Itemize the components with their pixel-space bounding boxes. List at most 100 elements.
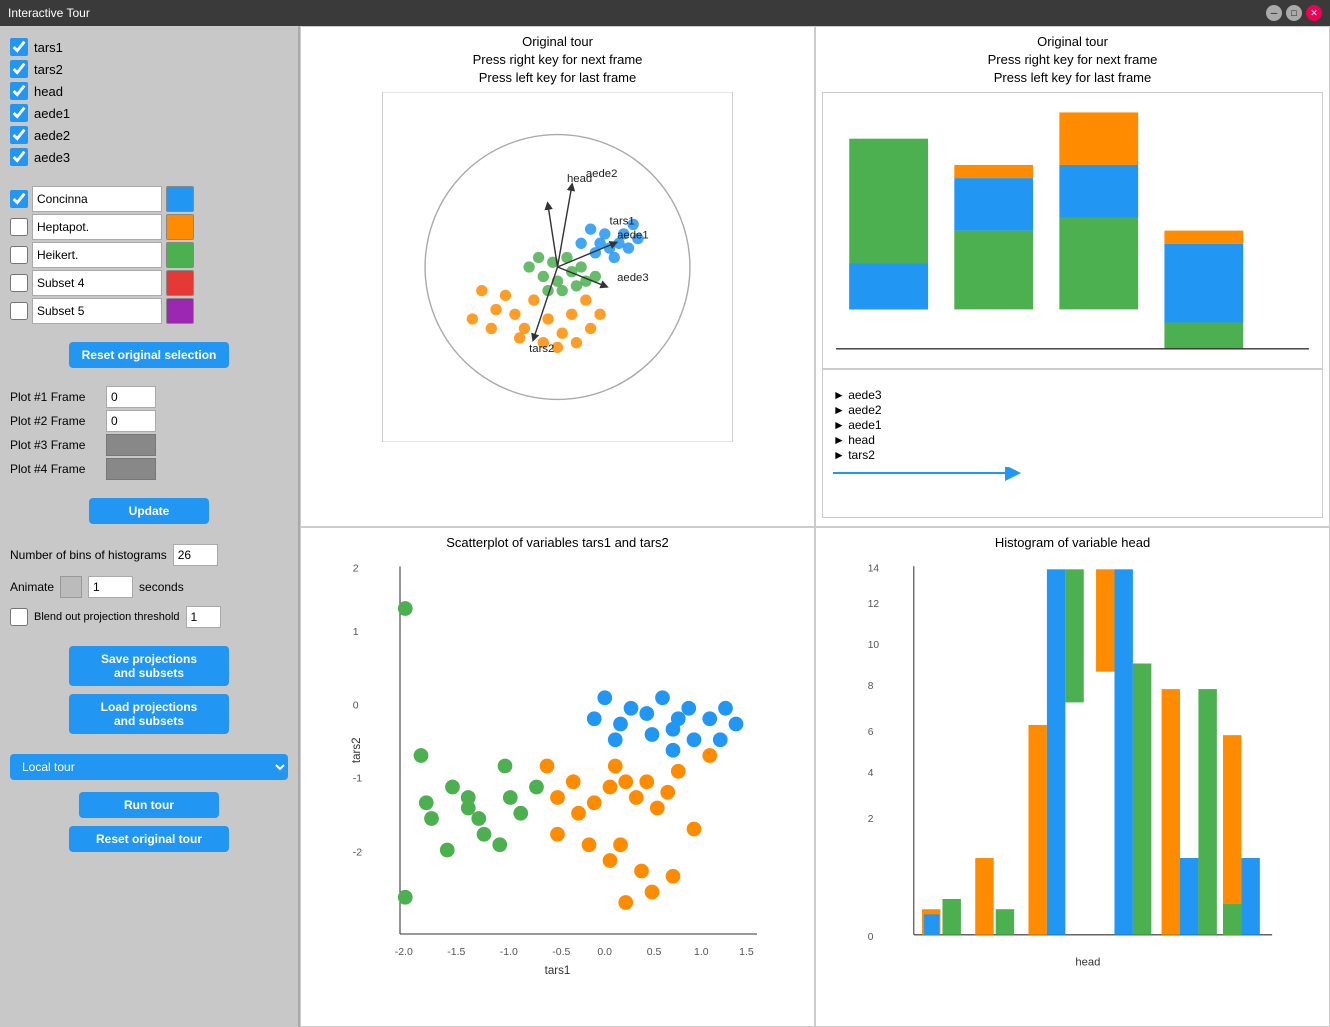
animate-label: Animate	[10, 580, 54, 594]
frame-label: Plot #3 Frame	[10, 438, 100, 452]
color-swatch[interactable]	[166, 186, 194, 212]
svg-text:2: 2	[353, 562, 359, 574]
legend-item: ► aede3	[833, 388, 1312, 402]
seconds-input[interactable]	[88, 576, 133, 598]
svg-text:-2: -2	[353, 846, 362, 858]
color-swatch[interactable]	[166, 214, 194, 240]
svg-text:1.5: 1.5	[739, 946, 754, 958]
svg-text:1: 1	[353, 625, 359, 637]
variable-checkbox[interactable]	[10, 82, 28, 100]
blend-checkbox[interactable]	[10, 608, 28, 626]
svg-text:2: 2	[868, 814, 874, 825]
svg-text:-1.5: -1.5	[447, 946, 465, 958]
subset-checkbox[interactable]	[10, 274, 28, 292]
color-swatch[interactable]	[166, 242, 194, 268]
legend-item: ► aede1	[833, 418, 1312, 432]
legend-item: ► tars2	[833, 448, 1312, 462]
subset-checkbox[interactable]	[10, 218, 28, 236]
subset-name-input[interactable]	[32, 214, 162, 240]
svg-text:-1: -1	[353, 772, 362, 784]
svg-text:6: 6	[868, 727, 874, 738]
color-swatch[interactable]	[166, 270, 194, 296]
svg-text:tars1: tars1	[610, 215, 635, 227]
blend-row: Blend out projection threshold	[10, 606, 288, 628]
svg-text:aede1: aede1	[617, 229, 649, 241]
svg-text:4: 4	[868, 768, 874, 779]
close-button[interactable]: ✕	[1306, 5, 1322, 21]
run-tour-button[interactable]: Run tour	[79, 792, 219, 818]
frame-label: Plot #4 Frame	[10, 462, 100, 476]
variable-checkbox[interactable]	[10, 148, 28, 166]
variable-item: aede3	[10, 146, 288, 168]
maximize-button[interactable]: □	[1286, 5, 1302, 21]
variable-item: tars2	[10, 58, 288, 80]
svg-text:-2.0: -2.0	[395, 946, 413, 958]
animate-row: Animate seconds	[10, 576, 288, 598]
legend-arrow-svg	[833, 467, 1312, 499]
animate-checkbox[interactable]	[60, 576, 82, 598]
legend-item: ► aede2	[833, 403, 1312, 417]
content-area: Original tour Press right key for next f…	[300, 26, 1330, 1027]
minimize-button[interactable]: ─	[1266, 5, 1282, 21]
top-left-plot: Original tour Press right key for next f…	[300, 26, 815, 527]
reset-selection-button[interactable]: Reset original selection	[69, 342, 229, 368]
variable-label: aede2	[34, 128, 70, 143]
variable-label: tars2	[34, 62, 63, 77]
variable-checkbox[interactable]	[10, 126, 28, 144]
svg-text:12: 12	[868, 599, 880, 610]
subset-row	[10, 242, 288, 268]
variable-label: aede1	[34, 106, 70, 121]
subset-checkbox[interactable]	[10, 190, 28, 208]
variable-label: head	[34, 84, 63, 99]
subset-checkbox[interactable]	[10, 246, 28, 264]
variable-checkbox[interactable]	[10, 60, 28, 78]
seconds-label: seconds	[139, 580, 184, 594]
svg-text:-0.5: -0.5	[552, 946, 570, 958]
subset-rows	[10, 184, 288, 326]
frame-input-gray	[106, 458, 156, 480]
blend-input[interactable]	[186, 606, 221, 628]
frame-label: Plot #2 Frame	[10, 414, 100, 428]
bottom-right-title: Histogram of variable head	[995, 534, 1150, 552]
variable-item: tars1	[10, 36, 288, 58]
svg-text:aede3: aede3	[617, 272, 649, 284]
variable-label: tars1	[34, 40, 63, 55]
frame-row: Plot #1 Frame	[10, 386, 288, 408]
svg-text:0: 0	[353, 699, 359, 711]
variable-checkboxes: tars1 tars2 head aede1 aede2 aede3	[10, 36, 288, 168]
subset-checkbox[interactable]	[10, 302, 28, 320]
subset-row	[10, 270, 288, 296]
tour-type-select[interactable]: Local tour Grand tour Guided tour	[10, 754, 288, 780]
frame-input[interactable]	[106, 410, 156, 432]
frame-input-gray	[106, 434, 156, 456]
subset-name-input[interactable]	[32, 186, 162, 212]
update-button[interactable]: Update	[89, 498, 209, 524]
frame-input[interactable]	[106, 386, 156, 408]
frame-label: Plot #1 Frame	[10, 390, 100, 404]
blend-label: Blend out projection threshold	[34, 611, 180, 623]
subset-row	[10, 298, 288, 324]
color-swatch[interactable]	[166, 298, 194, 324]
bottom-left-plot: Scatterplot of variables tars1 and tars2…	[300, 527, 815, 1027]
top-right-title: Original tour Press right key for next f…	[988, 33, 1158, 88]
variable-checkbox[interactable]	[10, 104, 28, 122]
svg-text:aede2: aede2	[586, 168, 618, 180]
subset-name-input[interactable]	[32, 298, 162, 324]
bins-label: Number of bins of histograms	[10, 548, 167, 562]
frame-row: Plot #3 Frame	[10, 434, 288, 456]
load-button[interactable]: Load projections and subsets	[69, 694, 229, 734]
sidebar: tars1 tars2 head aede1 aede2 aede3	[0, 26, 300, 1027]
reset-tour-button[interactable]: Reset original tour	[69, 826, 229, 852]
svg-text:0.0: 0.0	[597, 946, 612, 958]
tour-biplot-svg: head aede1 aede2 aede3 tars2 tars1	[307, 92, 808, 442]
subset-row	[10, 214, 288, 240]
scatter-svg: 2 1 0 -1 -2 -2.0 -1.5 -1.0 -0.5 0.0 0.5 …	[303, 556, 812, 976]
top-right-plot: Original tour Press right key for next f…	[815, 26, 1330, 527]
save-button[interactable]: Save projections and subsets	[69, 646, 229, 686]
bins-input[interactable]	[173, 544, 218, 566]
svg-text:tars1: tars1	[545, 965, 571, 976]
subset-name-input[interactable]	[32, 270, 162, 296]
subset-name-input[interactable]	[32, 242, 162, 268]
variable-checkbox[interactable]	[10, 38, 28, 56]
window-title: Interactive Tour	[8, 6, 1266, 20]
